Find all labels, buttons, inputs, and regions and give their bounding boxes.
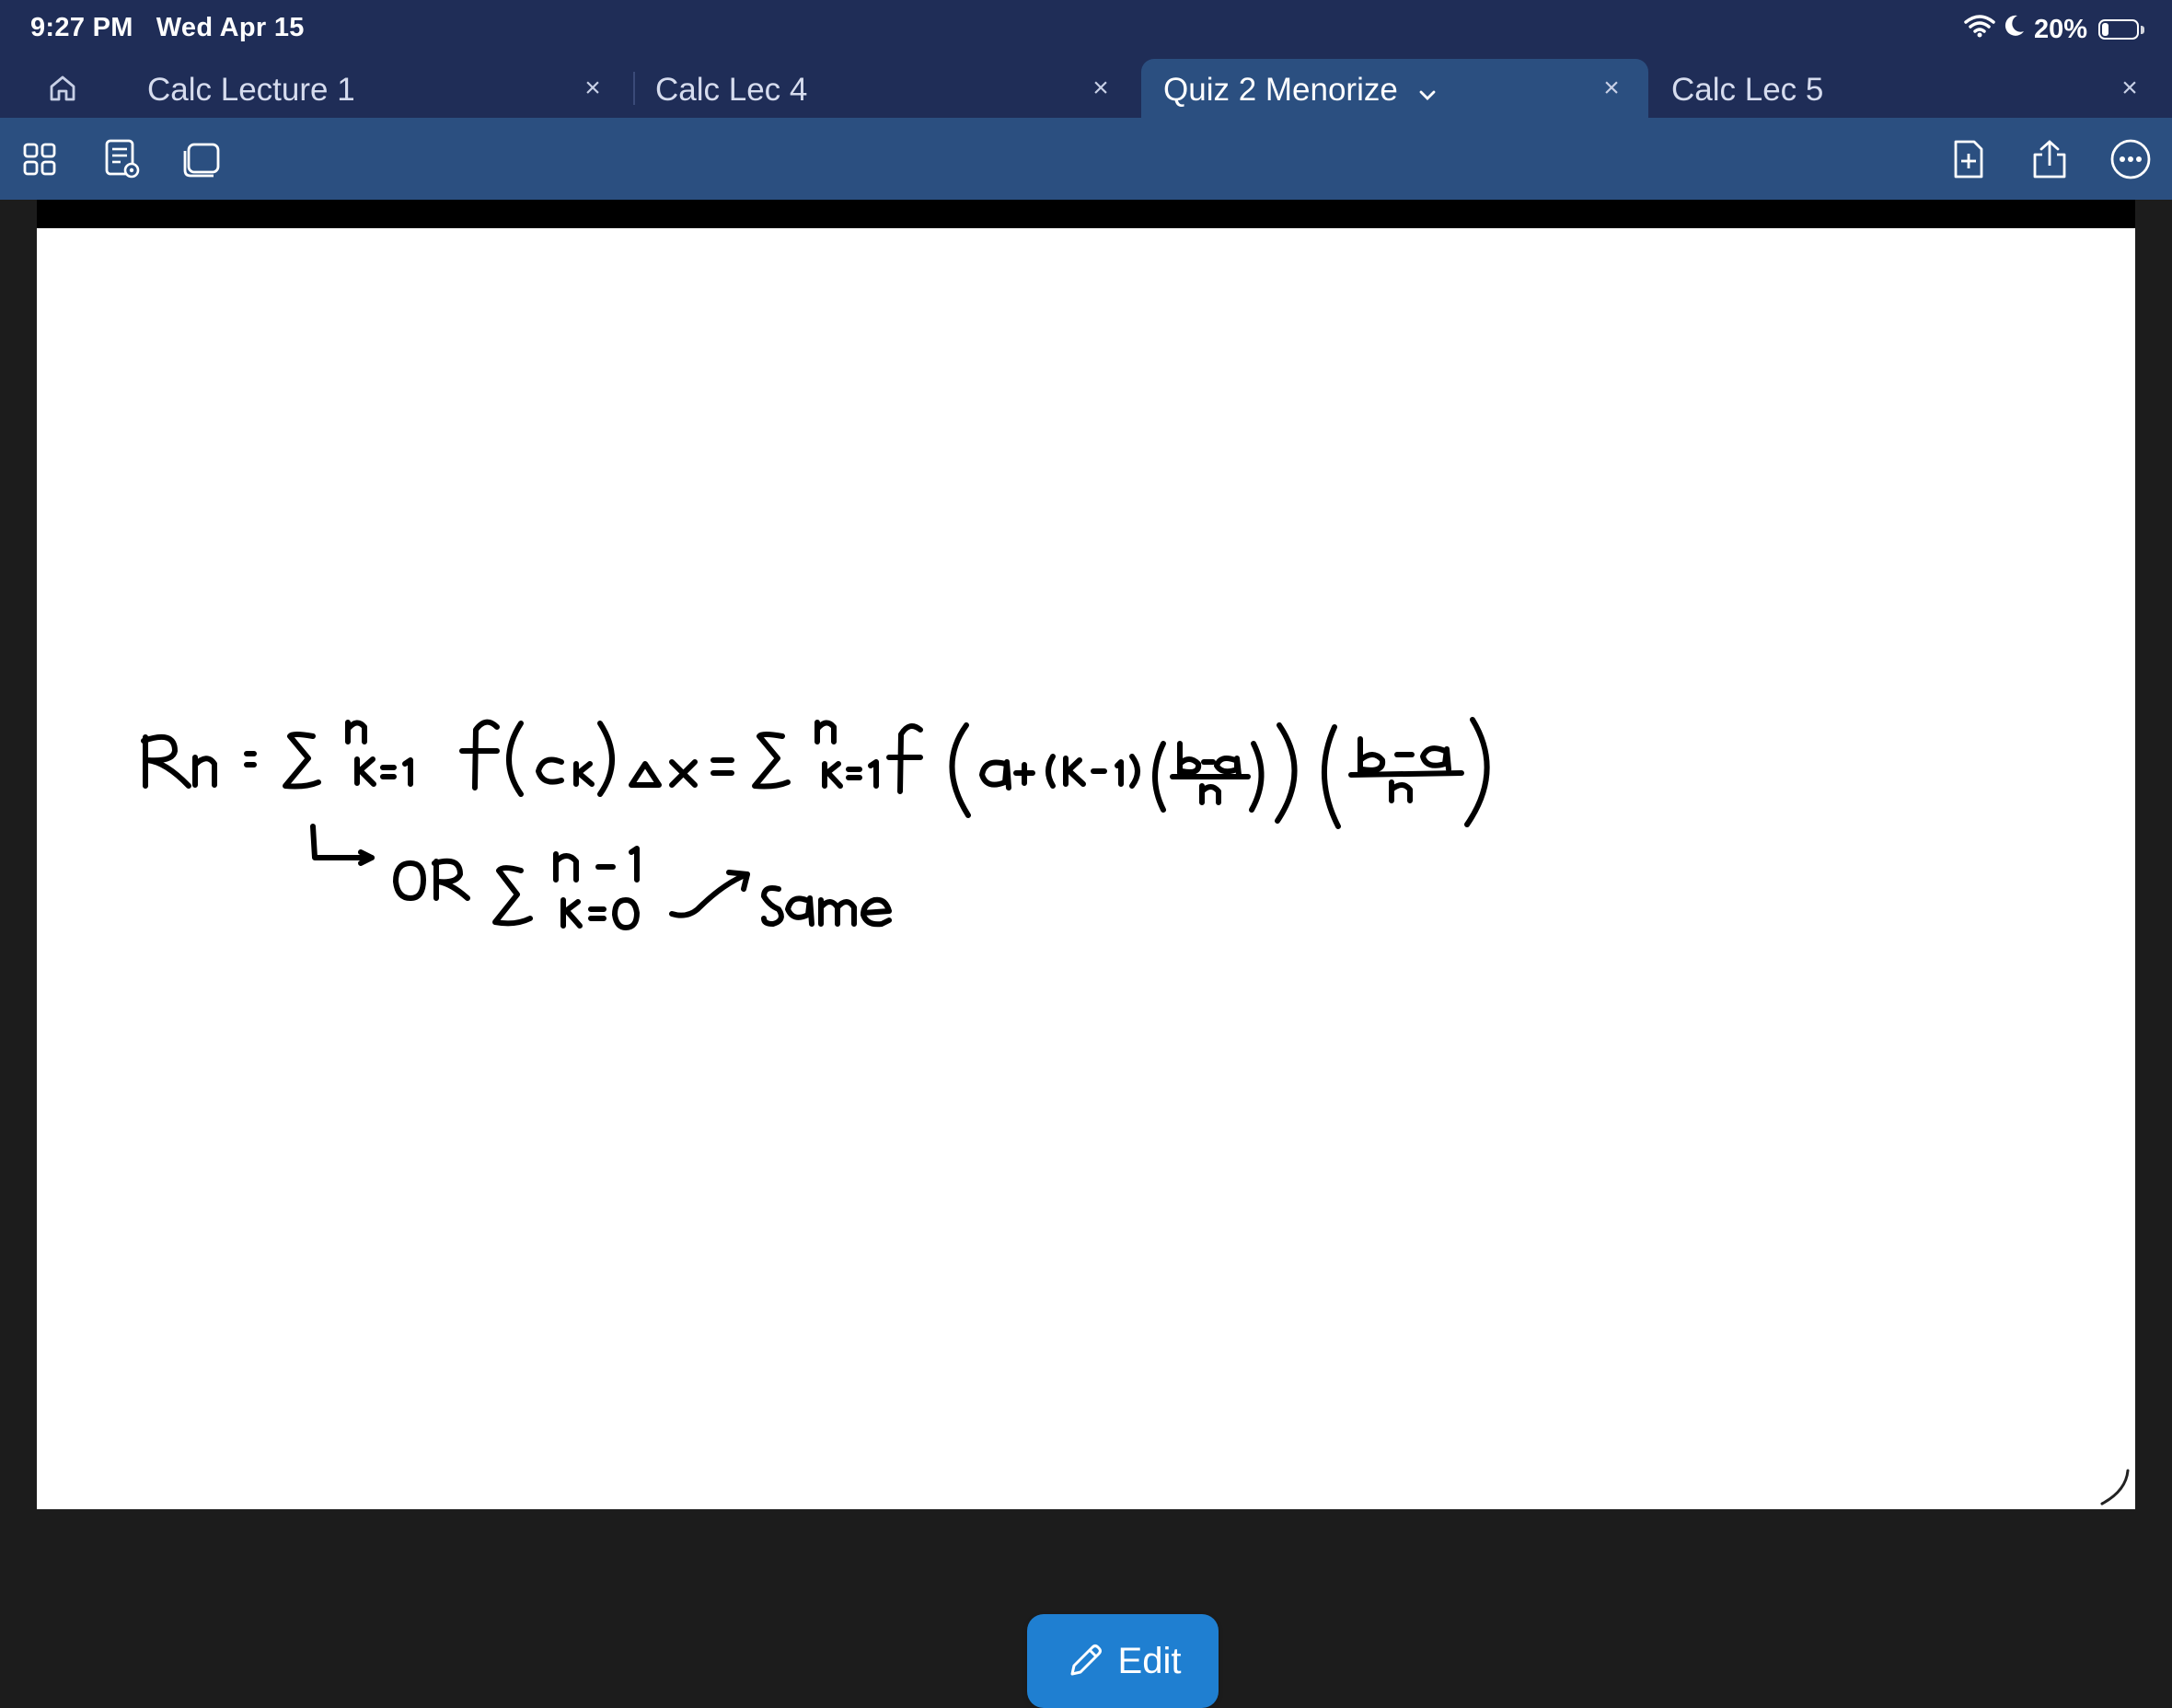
add-page-button[interactable] xyxy=(1944,134,1993,184)
pencil-icon xyxy=(1070,1645,1102,1676)
status-time-date: 9:27 PM Wed Apr 15 xyxy=(30,13,305,43)
battery-percent: 20% xyxy=(2033,14,2087,44)
page-curl-icon xyxy=(2100,1469,2130,1506)
document-view-button[interactable] xyxy=(98,134,147,184)
tab-label: Calc Lec 4 xyxy=(655,72,808,108)
toolbar xyxy=(0,118,2172,200)
tab-close-button[interactable]: × xyxy=(1084,72,1117,105)
more-icon xyxy=(2110,139,2151,179)
share-icon xyxy=(2033,140,2066,179)
moon-icon xyxy=(2003,13,2027,46)
tab-quiz-2-menorize[interactable]: Quiz 2 Menorize × xyxy=(1141,59,1648,118)
tab-calc-lec-5[interactable]: Calc Lec 5 × xyxy=(1671,59,2143,118)
status-indicators: 20% xyxy=(1964,11,2144,48)
share-button[interactable] xyxy=(2025,134,2074,184)
more-button[interactable] xyxy=(2106,134,2155,184)
grid-icon xyxy=(23,143,56,176)
document-view-icon xyxy=(105,139,140,179)
add-page-icon xyxy=(1954,140,1983,179)
tab-bar: Calc Lecture 1 × Calc Lec 4 × Quiz 2 Men… xyxy=(0,59,2172,118)
battery-icon xyxy=(2098,19,2139,40)
tab-close-button[interactable]: × xyxy=(576,72,609,105)
previous-page-edge xyxy=(37,200,2135,228)
edit-button-label: Edit xyxy=(1117,1640,1182,1681)
tab-close-button[interactable]: × xyxy=(1595,72,1628,105)
note-page[interactable]: Edit xyxy=(37,228,2135,1708)
status-date: Wed Apr 15 xyxy=(156,13,305,42)
tab-calc-lecture-1[interactable]: Calc Lecture 1 × xyxy=(147,59,618,118)
grid-view-button[interactable] xyxy=(15,134,64,184)
chevron-down-icon[interactable] xyxy=(1417,77,1438,114)
pages-button[interactable] xyxy=(177,134,226,184)
status-bar: 9:27 PM Wed Apr 15 20% xyxy=(0,0,2172,59)
tab-divider xyxy=(633,72,635,105)
wifi-icon xyxy=(1964,14,1995,45)
status-time: 9:27 PM xyxy=(30,13,133,42)
battery-nub xyxy=(2141,25,2144,34)
home-button[interactable] xyxy=(44,70,81,107)
battery-level xyxy=(2102,23,2108,36)
tab-label: Quiz 2 Menorize xyxy=(1163,72,1398,108)
tab-calc-lec-4[interactable]: Calc Lec 4 × xyxy=(655,59,1126,118)
tab-label: Calc Lecture 1 xyxy=(147,72,355,108)
tab-label: Calc Lec 5 xyxy=(1671,72,1824,108)
edit-button[interactable]: Edit xyxy=(1027,1614,1219,1708)
handwritten-formula xyxy=(141,717,1490,930)
page-stack-icon xyxy=(183,143,220,178)
tab-close-button[interactable]: × xyxy=(2113,72,2146,105)
home-icon xyxy=(50,75,75,101)
